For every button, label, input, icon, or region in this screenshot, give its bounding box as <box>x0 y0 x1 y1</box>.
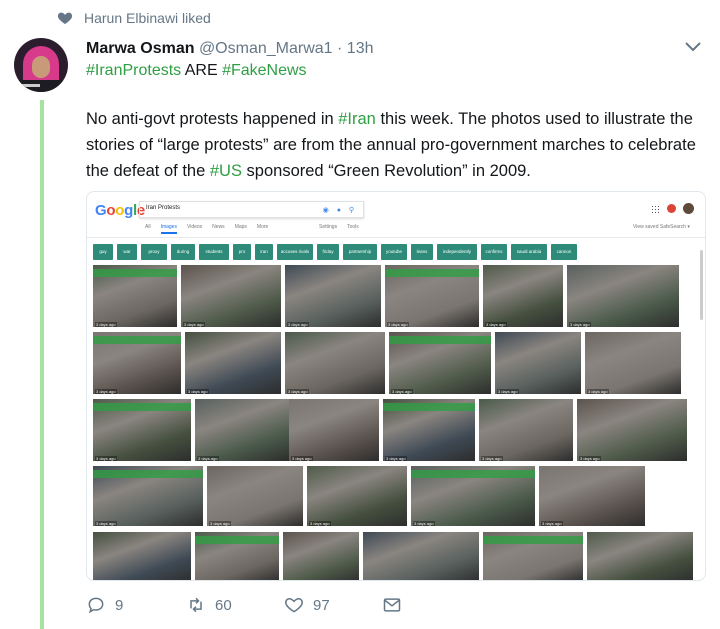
body-text-3: sponsored “Green Revolution” in 2009. <box>241 162 531 180</box>
thumbnail-caption: 3 days ago <box>481 456 503 461</box>
thumbnail-caption: 3 days ago <box>209 521 231 526</box>
image-thumbnail <box>363 532 479 580</box>
image-thumbnail: 3 days ago <box>93 399 191 461</box>
image-thumbnail <box>283 532 359 580</box>
image-thumbnail: 3 days ago <box>195 399 289 461</box>
retweet-button[interactable]: 60 <box>186 594 232 616</box>
image-thumbnail: 3 days ago <box>389 332 491 394</box>
image-thumbnail: 3 days ago <box>483 265 563 327</box>
reply-count: 9 <box>115 596 124 614</box>
thumbnail-caption: 3 days ago <box>95 322 117 327</box>
thumbnail-caption: 3 days ago <box>497 389 519 394</box>
tweet-text: No anti-govt protests happened in #Iran … <box>86 106 706 184</box>
thumbnail-caption: 3 days ago <box>95 456 117 461</box>
thumbnail-caption: 3 days ago <box>95 521 117 526</box>
scrollbar <box>700 250 703 320</box>
separator-dot: · <box>337 40 343 57</box>
image-thumbnail: 3 days ago <box>93 332 181 394</box>
tweet-actions: 9 60 97 <box>86 594 486 616</box>
heart-icon <box>57 12 73 24</box>
thumbnail-caption: 3 days ago <box>587 389 609 394</box>
hashtag-us[interactable]: #US <box>210 162 242 180</box>
image-thumbnail: 3 days ago <box>185 332 281 394</box>
heart-outline-icon <box>285 597 303 613</box>
retweet-count: 60 <box>215 596 232 614</box>
body-text-1: No anti-govt protests happened in <box>86 110 339 128</box>
image-thumbnail: 3 days ago <box>181 265 281 327</box>
thumbnail-caption: 3 days ago <box>291 456 313 461</box>
reply-icon <box>88 597 104 614</box>
thumbnail-caption: 3 days ago <box>187 389 209 394</box>
thumbnail-caption: 3 days ago <box>391 389 413 394</box>
image-thumbnail: 3 days ago <box>385 265 479 327</box>
tweet-hashtag-line: #IranProtests ARE #FakeNews <box>86 62 307 80</box>
thumbnail-caption: 3 days ago <box>309 521 331 526</box>
image-thumbnail: 3 days ago <box>585 332 681 394</box>
user-handle[interactable]: @Osman_Marwa1 <box>199 40 333 57</box>
line1-text: ARE <box>181 62 223 79</box>
thumbnail-caption: 3 days ago <box>413 521 435 526</box>
hashtag-iran[interactable]: #Iran <box>338 110 376 128</box>
image-thumbnail: 3 days ago <box>495 332 581 394</box>
hashtag-iranprotests[interactable]: #IranProtests <box>86 62 181 79</box>
retweet-icon <box>190 597 202 613</box>
thumbnail-caption: 3 days ago <box>485 322 507 327</box>
image-thumbnail: 3 days ago <box>383 399 475 461</box>
hashtag-fakenews[interactable]: #FakeNews <box>222 62 306 79</box>
image-thumbnail: 3 days ago <box>539 466 645 526</box>
image-thumbnail: 3 days ago <box>307 466 407 526</box>
envelope-icon <box>383 598 401 612</box>
avatar[interactable] <box>14 38 68 92</box>
liked-by-text[interactable]: Harun Elbinawi liked <box>84 10 211 26</box>
image-thumbnail: 3 days ago <box>567 265 679 327</box>
image-thumbnail <box>587 532 693 580</box>
image-thumbnail: 3 days ago <box>577 399 687 461</box>
timestamp[interactable]: 13h <box>347 40 374 57</box>
thumbnail-caption: 3 days ago <box>183 322 205 327</box>
like-button[interactable]: 97 <box>284 594 330 616</box>
thumbnail-caption: 3 days ago <box>569 322 591 327</box>
attached-image[interactable]: Google Iran Protests ◉ ● ⚲ All Images Vide… <box>86 191 706 581</box>
image-thumbnail <box>195 532 279 580</box>
tweet-header: Marwa Osman @Osman_Marwa1 · 13h <box>86 40 374 58</box>
thumbnail-caption: 3 days ago <box>197 456 219 461</box>
image-thumbnail <box>93 532 191 580</box>
image-thumbnail: 3 days ago <box>93 265 177 327</box>
thumbnail-caption: 3 days ago <box>287 322 309 327</box>
thumbnail-caption: 3 days ago <box>287 389 309 394</box>
image-thumbnail: 3 days ago <box>207 466 303 526</box>
thumbnail-caption: 3 days ago <box>541 521 563 526</box>
image-thumbnail: 3 days ago <box>289 399 379 461</box>
display-name[interactable]: Marwa Osman <box>86 40 194 57</box>
reply-button[interactable]: 9 <box>86 594 123 616</box>
direct-message-button[interactable] <box>382 594 402 616</box>
chevron-down-icon[interactable] <box>684 40 702 54</box>
image-thumbnail: 3 days ago <box>285 332 385 394</box>
image-thumbnail: 3 days ago <box>479 399 573 461</box>
tweet[interactable]: Marwa Osman @Osman_Marwa1 · 13h #IranPro… <box>0 36 720 629</box>
thumbnail-caption: 3 days ago <box>387 322 409 327</box>
image-thumbnail: 3 days ago <box>411 466 535 526</box>
thread-line <box>40 100 44 629</box>
thumbnail-caption: 3 days ago <box>385 456 407 461</box>
thumbnail-caption: 3 days ago <box>579 456 601 461</box>
like-count: 97 <box>313 596 330 614</box>
image-thumbnail: 3 days ago <box>285 265 381 327</box>
image-results-grid: 3 days ago 3 days ago 3 days ago 3 days ago… <box>87 192 705 580</box>
image-thumbnail <box>483 532 583 580</box>
thumbnail-caption: 3 days ago <box>95 389 117 394</box>
image-thumbnail: 3 days ago <box>93 466 203 526</box>
social-context-row: Harun Elbinawi liked <box>0 0 720 36</box>
